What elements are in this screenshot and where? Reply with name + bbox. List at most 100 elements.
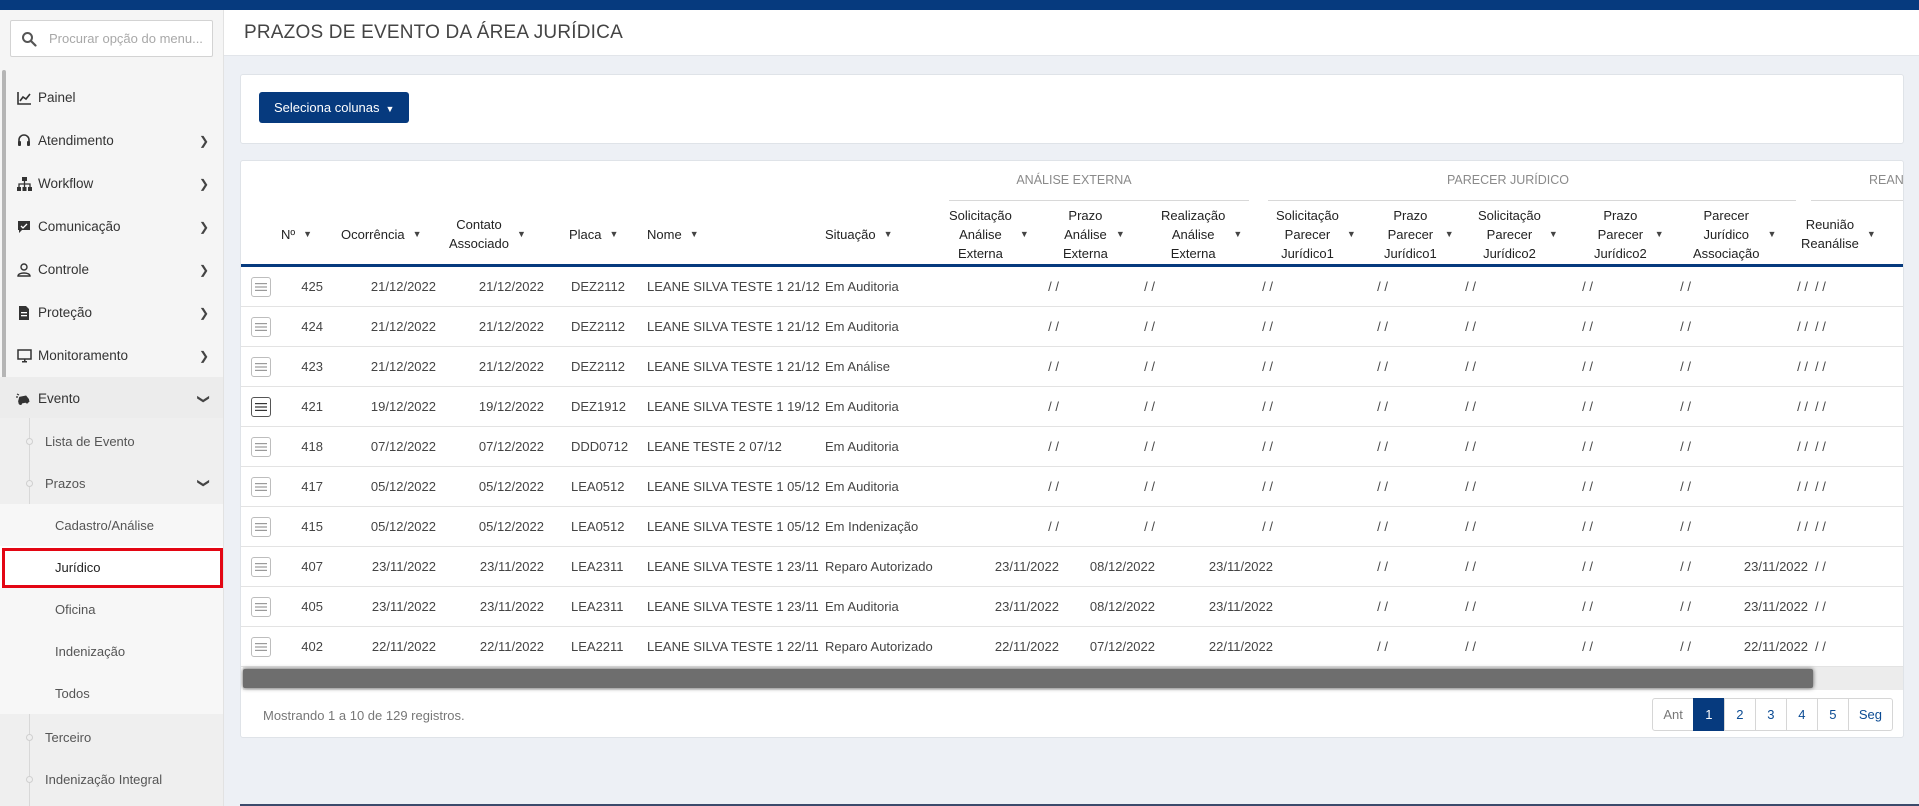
row-details-button[interactable] [251, 357, 271, 377]
sidebar-subitem-oficina[interactable]: Oficina [0, 588, 223, 630]
sidebar-subitem-label: Todos [55, 685, 90, 701]
sidebar-item-comunicacao[interactable]: Comunicação ❯ [0, 205, 223, 248]
sort-caret-icon[interactable]: ▼ [1116, 225, 1125, 244]
sitemap-icon [16, 176, 32, 192]
column-header-no[interactable]: Nº ▼ [281, 201, 312, 267]
row-details-button[interactable] [251, 437, 271, 457]
sidebar-subitem-cadastro-analise[interactable]: Cadastro/Análise [0, 504, 223, 546]
row-details-button[interactable] [251, 637, 271, 657]
column-header-parecer-juridico-associacao[interactable]: Parecer Jurídico Associação ▼ [1693, 201, 1776, 267]
sort-caret-icon[interactable]: ▼ [1549, 225, 1558, 244]
column-header-nome[interactable]: Nome ▼ [647, 201, 699, 267]
pagination-page-5[interactable]: 5 [1816, 698, 1849, 731]
column-header-solicitacao-parecer-juridico2[interactable]: Solicitação Parecer Jurídico2 ▼ [1478, 201, 1558, 267]
list-icon [255, 403, 267, 411]
horizontal-scrollbar[interactable] [243, 667, 1903, 690]
cell-situacao: Reparo Autorizado [825, 559, 933, 574]
row-details-button[interactable] [251, 277, 271, 297]
pagination-page-3[interactable]: 3 [1754, 698, 1787, 731]
cell-ocorrencia: 19/12/2022 [370, 399, 436, 414]
sort-caret-icon[interactable]: ▼ [884, 225, 893, 244]
row-details-button[interactable] [251, 557, 271, 577]
sidebar-subitem-indenizacao-integral[interactable]: Indenização Integral [0, 758, 223, 800]
pagination-next[interactable]: Seg [1847, 698, 1893, 731]
sidebar-subitem-prazos[interactable]: Prazos ❯ [0, 462, 223, 504]
cell-parecer-juridico-associacao: / / [1797, 319, 1808, 334]
column-header-solicitacao-parecer-juridico1[interactable]: Solicitação Parecer Jurídico1 ▼ [1276, 201, 1356, 267]
sidebar-subitem-label: Jurídico [55, 559, 101, 575]
column-header-prazo-parecer-juridico1[interactable]: Prazo Parecer Jurídico1 ▼ [1384, 201, 1454, 267]
column-header-contato-associado[interactable]: Contato Associado ▼ [449, 201, 526, 267]
cell-parecer-juridico-associacao: / / [1797, 439, 1808, 454]
chevron-down-icon: ❯ [196, 477, 211, 489]
sidebar-item-controle[interactable]: Controle ❯ [0, 248, 223, 291]
sidebar-item-atendimento[interactable]: Atendimento ❯ [0, 119, 223, 162]
sort-caret-icon[interactable]: ▼ [690, 225, 699, 244]
bullet-icon [26, 776, 33, 783]
sidebar-item-workflow[interactable]: Workflow ❯ [0, 162, 223, 205]
row-details-button[interactable] [251, 517, 271, 537]
select-columns-button[interactable]: Seleciona colunas ▼ [259, 92, 410, 123]
sort-caret-icon[interactable]: ▼ [1867, 225, 1876, 244]
cell-solicitacao-analise-externa: 23/11/2022 [994, 559, 1059, 574]
column-header-solicitacao-analise-externa[interactable]: Solicitação Análise Externa ▼ [949, 201, 1029, 267]
sort-caret-icon[interactable]: ▼ [1767, 225, 1776, 244]
pagination-page-1[interactable]: 1 [1692, 698, 1725, 731]
column-header-situacao[interactable]: Situação ▼ [825, 201, 893, 267]
cell-prazo-parecer-juridico2: / / [1680, 439, 1691, 454]
cell-solicitacao-parecer-juridico2: / / [1582, 319, 1593, 334]
cell-contato-associado: 05/12/2022 [478, 519, 544, 534]
cell-reuniao-reanalise: / / [1815, 639, 1826, 654]
sidebar-subitem-terceiro[interactable]: Terceiro [0, 716, 223, 758]
column-header-placa[interactable]: Placa ▼ [569, 201, 618, 267]
cell-realizacao-analise-externa: / / [1262, 279, 1273, 294]
pagination-page-4[interactable]: 4 [1785, 698, 1818, 731]
sidebar-item-painel[interactable]: Painel [0, 76, 223, 119]
column-header-realizacao-analise-externa[interactable]: Realização Análise Externa ▼ [1161, 201, 1242, 267]
sidebar-subitem-todos[interactable]: Todos [0, 672, 223, 714]
column-header-label: Prazo Análise Externa [1063, 207, 1108, 261]
row-details-button[interactable] [251, 317, 271, 337]
sort-caret-icon[interactable]: ▼ [1233, 225, 1242, 244]
cell-prazo-analise-externa: 07/12/2022 [1089, 639, 1155, 654]
sort-caret-icon[interactable]: ▼ [1020, 225, 1029, 244]
sidebar-item-monitoramento[interactable]: Monitoramento ❯ [0, 334, 223, 377]
column-header-prazo-parecer-juridico2[interactable]: Prazo Parecer Jurídico2 ▼ [1594, 201, 1664, 267]
cell-contato-associado: 22/11/2022 [479, 639, 544, 654]
cell-solicitacao-analise-externa: / / [1048, 359, 1059, 374]
sidebar-subitem-label: Oficina [55, 601, 96, 617]
sidebar-subitem-juridico[interactable]: Jurídico [0, 546, 223, 588]
sidebar-subitem-lista-evento[interactable]: Lista de Evento [0, 420, 223, 462]
menu-search[interactable] [10, 20, 213, 57]
cell-contato-associado: 21/12/2022 [478, 359, 544, 374]
pagination-prev[interactable]: Ant [1652, 698, 1694, 731]
sidebar-subitem-indenizacao[interactable]: Indenização [0, 630, 223, 672]
chevron-right-icon: ❯ [198, 134, 209, 148]
column-header-label: Realização Análise Externa [1161, 207, 1226, 261]
cell-no: 425 [301, 279, 323, 294]
horizontal-scrollbar-thumb[interactable] [243, 669, 1813, 688]
cell-solicitacao-parecer-juridico1: / / [1377, 639, 1388, 654]
sort-caret-icon[interactable]: ▼ [1347, 225, 1356, 244]
cell-no: 405 [301, 599, 323, 614]
sidebar-item-evento[interactable]: Evento ❯ [0, 377, 223, 420]
cell-prazo-parecer-juridico1: / / [1465, 519, 1476, 534]
sort-caret-icon[interactable]: ▼ [1445, 225, 1454, 244]
column-header-ocorrencia[interactable]: Ocorrência ▼ [341, 201, 422, 267]
column-header-label: Situação [825, 226, 876, 242]
sort-caret-icon[interactable]: ▼ [1655, 225, 1664, 244]
row-details-button[interactable] [251, 477, 271, 497]
sort-caret-icon[interactable]: ▼ [303, 225, 312, 244]
row-details-button[interactable] [251, 597, 271, 617]
menu-search-input[interactable] [49, 21, 209, 56]
column-header-prazo-analise-externa[interactable]: Prazo Análise Externa ▼ [1063, 201, 1125, 267]
column-header-reuniao-reanalise[interactable]: Reunião Reanálise ▼ [1801, 201, 1876, 267]
sort-caret-icon[interactable]: ▼ [517, 225, 526, 244]
sort-caret-icon[interactable]: ▼ [610, 225, 619, 244]
row-details-button[interactable] [251, 397, 271, 417]
pagination-page-2[interactable]: 2 [1723, 698, 1756, 731]
sort-caret-icon[interactable]: ▼ [413, 225, 422, 244]
chevron-right-icon: ❯ [198, 220, 209, 234]
cell-ocorrencia: 21/12/2022 [370, 359, 436, 374]
sidebar-item-protecao[interactable]: Proteção ❯ [0, 291, 223, 334]
